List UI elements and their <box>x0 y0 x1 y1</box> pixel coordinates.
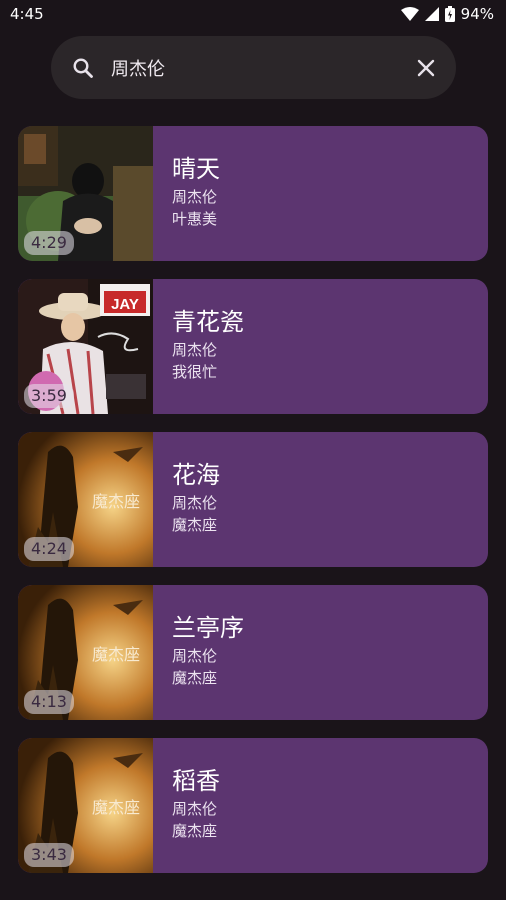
song-artist: 周杰伦 <box>172 341 218 359</box>
svg-text:魔杰座: 魔杰座 <box>92 645 140 664</box>
status-icons: 94% <box>400 5 494 23</box>
song-card[interactable]: 魔杰座 4:24 花海 周杰伦 魔杰座 <box>18 432 488 567</box>
duration-badge: 4:24 <box>24 537 74 561</box>
song-info: 稻香 周杰伦 魔杰座 <box>153 738 220 873</box>
song-title: 晴天 <box>172 155 220 183</box>
search-input[interactable] <box>109 56 414 79</box>
song-album: 叶惠美 <box>172 210 218 228</box>
song-title: 青花瓷 <box>172 308 244 336</box>
battery-level: 94% <box>460 5 494 23</box>
album-cover: 魔杰座 4:24 <box>18 432 153 567</box>
song-album: 魔杰座 <box>172 669 218 687</box>
search-icon <box>73 57 93 78</box>
song-list: 4:29 晴天 周杰伦 叶惠美 JAY 3:59 青花瓷 周杰伦 我很忙 魔杰座… <box>18 126 488 891</box>
duration-badge: 3:59 <box>24 384 74 408</box>
song-info: 青花瓷 周杰伦 我很忙 <box>153 279 244 414</box>
close-icon[interactable] <box>414 56 438 80</box>
svg-text:JAY: JAY <box>111 296 139 313</box>
duration-badge: 3:43 <box>24 843 74 867</box>
song-info: 兰亭序 周杰伦 魔杰座 <box>153 585 244 720</box>
album-cover: 魔杰座 3:43 <box>18 738 153 873</box>
song-artist: 周杰伦 <box>172 800 218 818</box>
song-info: 花海 周杰伦 魔杰座 <box>153 432 220 567</box>
album-cover: 魔杰座 4:13 <box>18 585 153 720</box>
wifi-icon <box>400 6 419 21</box>
signal-icon <box>424 6 439 21</box>
battery-icon <box>444 6 455 22</box>
song-album: 魔杰座 <box>172 516 218 534</box>
duration-badge: 4:29 <box>24 231 74 255</box>
album-cover: JAY 3:59 <box>18 279 153 414</box>
status-time: 4:45 <box>10 5 44 23</box>
song-info: 晴天 周杰伦 叶惠美 <box>153 126 220 261</box>
search-bar[interactable] <box>51 36 456 99</box>
song-album: 我很忙 <box>172 363 218 381</box>
song-card[interactable]: 魔杰座 3:43 稻香 周杰伦 魔杰座 <box>18 738 488 873</box>
svg-text:魔杰座: 魔杰座 <box>92 798 140 817</box>
svg-text:魔杰座: 魔杰座 <box>92 492 140 511</box>
duration-badge: 4:13 <box>24 690 74 714</box>
album-cover: 4:29 <box>18 126 153 261</box>
song-album: 魔杰座 <box>172 822 218 840</box>
status-bar: 4:45 94% <box>0 0 506 28</box>
song-card[interactable]: JAY 3:59 青花瓷 周杰伦 我很忙 <box>18 279 488 414</box>
song-artist: 周杰伦 <box>172 647 218 665</box>
song-artist: 周杰伦 <box>172 188 218 206</box>
song-title: 兰亭序 <box>172 614 244 642</box>
song-card[interactable]: 魔杰座 4:13 兰亭序 周杰伦 魔杰座 <box>18 585 488 720</box>
song-artist: 周杰伦 <box>172 494 218 512</box>
song-title: 稻香 <box>172 767 220 795</box>
song-title: 花海 <box>172 461 220 489</box>
song-card[interactable]: 4:29 晴天 周杰伦 叶惠美 <box>18 126 488 261</box>
